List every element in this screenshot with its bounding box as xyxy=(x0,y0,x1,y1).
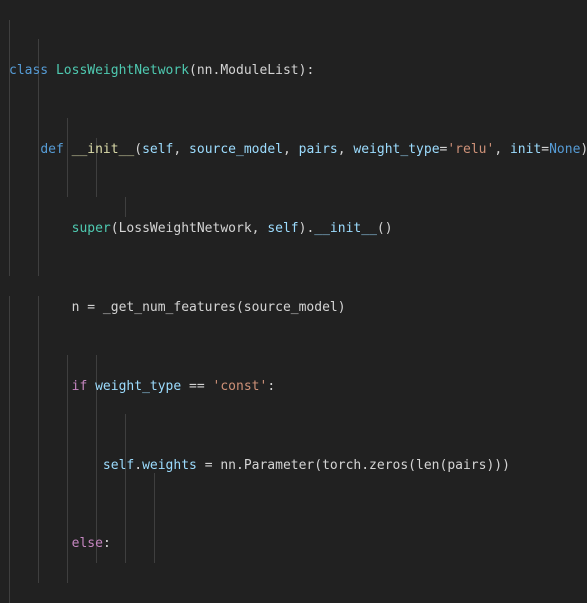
code-line[interactable]: def __init__(self, source_model, pairs, … xyxy=(0,140,587,160)
code-line[interactable]: self.weights = nn.Parameter(torch.zeros(… xyxy=(0,456,587,476)
code-line[interactable]: if weight_type == 'const': xyxy=(0,377,587,397)
code-line[interactable]: n = _get_num_features(source_model) xyxy=(0,298,587,318)
code-line[interactable]: super(LossWeightNetwork, self).__init__(… xyxy=(0,219,587,239)
code-editor[interactable]: class LossWeightNetwork(nn.ModuleList): … xyxy=(0,0,587,603)
code-content[interactable]: class LossWeightNetwork(nn.ModuleList): … xyxy=(0,0,587,603)
code-line[interactable]: class LossWeightNetwork(nn.ModuleList): xyxy=(0,61,587,81)
code-line[interactable]: else: xyxy=(0,534,587,554)
